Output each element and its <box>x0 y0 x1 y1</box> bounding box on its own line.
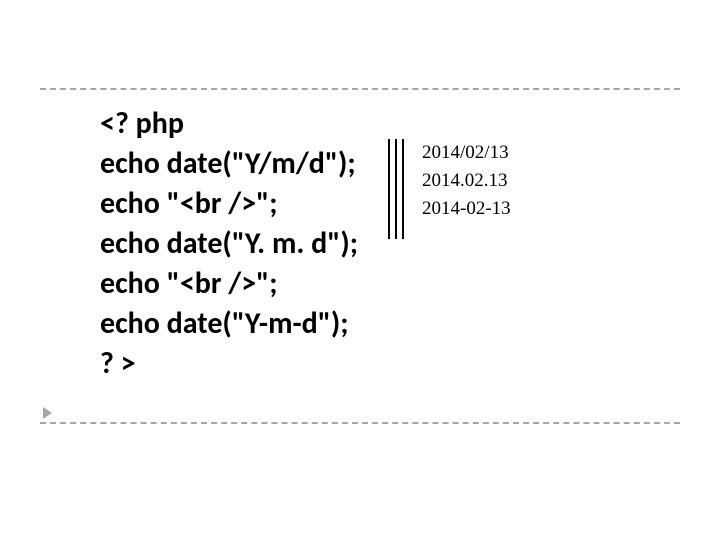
code-line: ? > <box>100 344 358 384</box>
code-line: <? php <box>100 104 358 144</box>
code-line: echo "<br />"; <box>100 184 358 224</box>
output-line: 2014.02.13 <box>422 167 511 195</box>
divider-bottom <box>40 422 680 424</box>
code-line: echo "<br />"; <box>100 264 358 304</box>
bullet-marker-icon <box>43 407 52 419</box>
output-text: 2014/02/13 2014.02.13 2014-02-13 <box>422 139 511 223</box>
code-line: echo date("Y-m-d"); <box>100 304 358 344</box>
code-line: echo date("Y. m. d"); <box>100 224 358 264</box>
output-line: 2014-02-13 <box>422 195 511 223</box>
output-line: 2014/02/13 <box>422 139 511 167</box>
code-block: <? php echo date("Y/m/d"); echo "<br />"… <box>100 104 378 384</box>
divider-top <box>40 88 680 90</box>
slide: <? php echo date("Y/m/d"); echo "<br />"… <box>0 0 720 540</box>
output-block: 2014/02/13 2014.02.13 2014-02-13 <box>388 139 511 239</box>
vertical-bars-icon <box>388 139 404 239</box>
code-line: echo date("Y/m/d"); <box>100 144 358 184</box>
content-row: <? php echo date("Y/m/d"); echo "<br />"… <box>100 104 680 384</box>
